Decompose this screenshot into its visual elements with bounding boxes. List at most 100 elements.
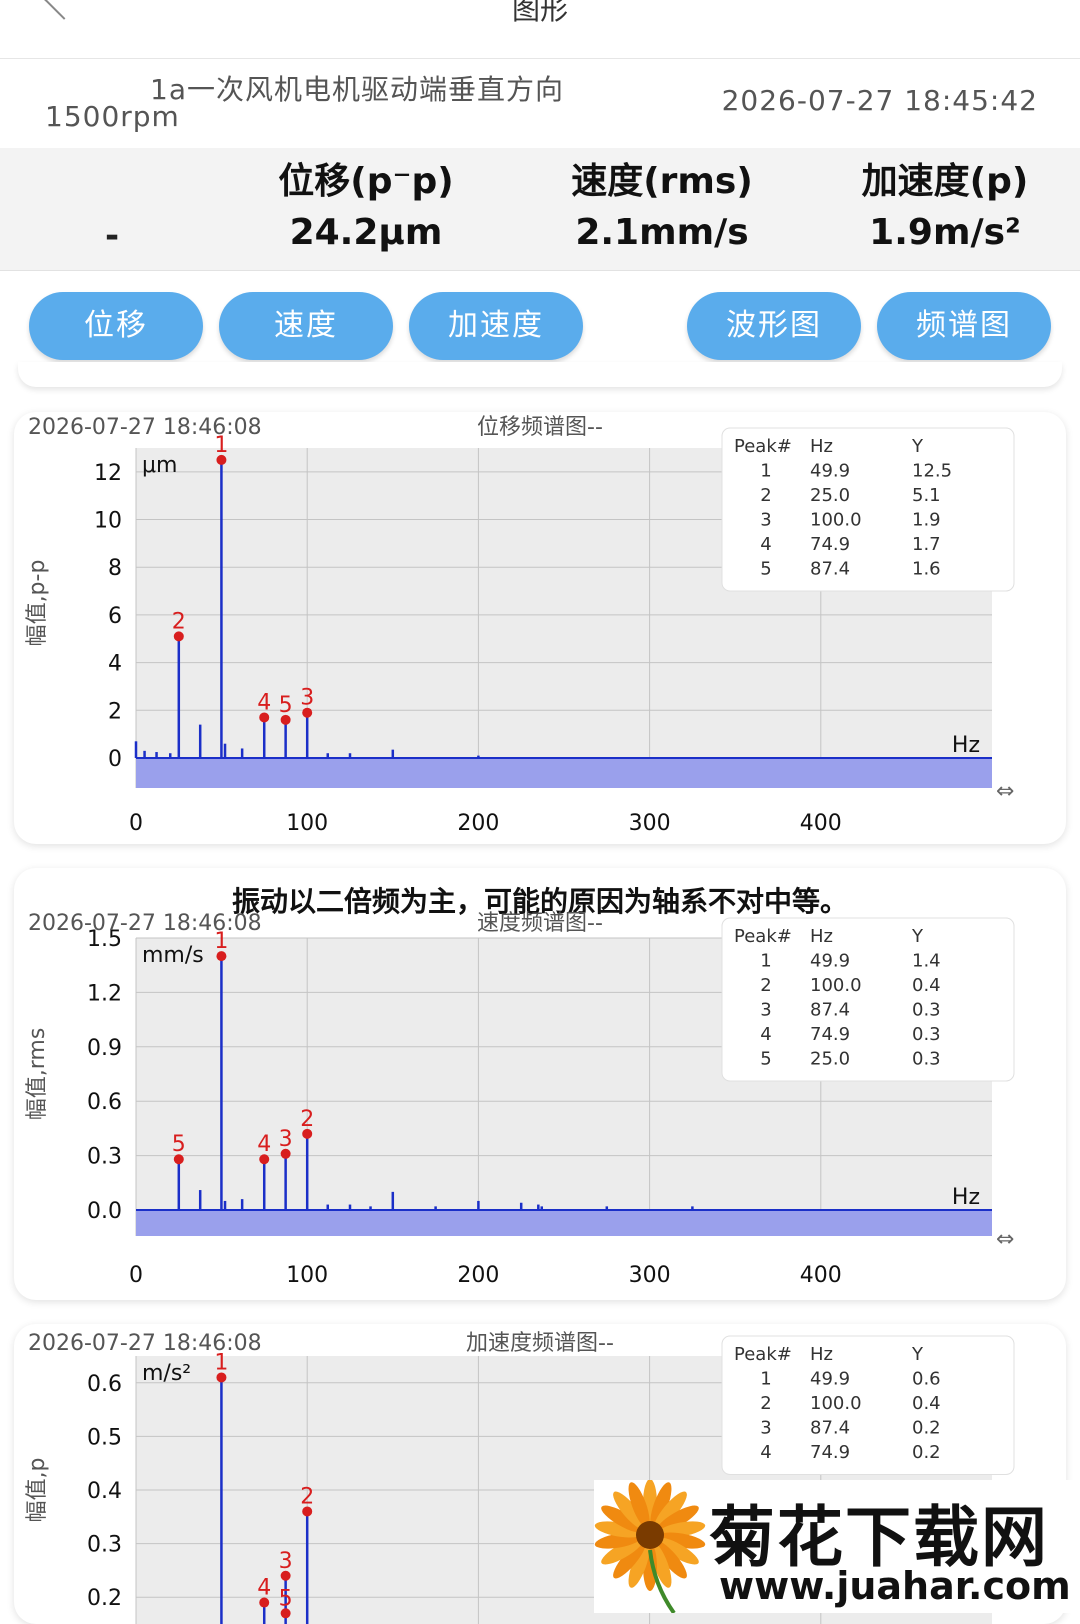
waveform-button[interactable]: 波形图 [687, 292, 861, 360]
peak-table-cell: 1 [760, 461, 771, 482]
y-axis-label: 幅值,rms [25, 1028, 50, 1121]
peak-table-cell: 49.9 [810, 951, 850, 972]
peak-table-cell: 1.6 [912, 559, 941, 580]
chart-title: 速度频谱图-- [477, 911, 603, 936]
x-tick-label: 300 [629, 1263, 671, 1288]
peak-label: 5 [279, 1586, 293, 1611]
peak-table-cell: 49.9 [810, 461, 850, 482]
peak-table-cell: 1 [760, 1369, 771, 1390]
peak-label: 2 [300, 1107, 314, 1132]
watermark: 菊花下载网 www.juahar.com [594, 1480, 1080, 1613]
peak-table-cell: 0.4 [912, 975, 941, 996]
top-bar: 图形 [0, 0, 1080, 59]
acceleration-button[interactable]: 加速度 [409, 292, 583, 360]
peak-label: 3 [279, 1127, 293, 1152]
metric-value-acceleration: 1.9m/s² [869, 212, 1021, 253]
metric-dash: - [105, 216, 120, 256]
y-tick-label: 4 [108, 652, 122, 677]
peak-table-cell: 49.9 [810, 1369, 850, 1390]
peak-label: 4 [257, 1576, 271, 1601]
y-axis-label: 幅值,p-p [25, 560, 50, 647]
peak-table-cell: 5 [760, 1049, 771, 1070]
y-tick-label: 0.2 [87, 1586, 122, 1611]
device-name: 1a一次风机电机驱动端垂直方向 [150, 73, 564, 106]
peak-table-header: Peak# [734, 926, 792, 947]
peak-table-header: Hz [810, 436, 833, 457]
y-axis-label: 幅值,p [25, 1458, 50, 1523]
x-tick-label: 300 [629, 811, 671, 836]
y-tick-label: 12 [94, 461, 122, 486]
peak-label: 5 [279, 693, 293, 718]
spectrum-button[interactable]: 频谱图 [877, 292, 1051, 360]
peak-table-cell: 4 [760, 534, 771, 555]
y-axis-unit: μm [142, 453, 177, 478]
y-tick-label: 0.5 [87, 1425, 122, 1450]
spectrum-fill-band [136, 1210, 992, 1236]
peak-table-cell: 1.7 [912, 534, 941, 555]
peak-table-cell: 100.0 [810, 975, 862, 996]
peak-table-cell: 4 [760, 1024, 771, 1045]
x-tick-label: 400 [800, 1263, 842, 1288]
y-tick-label: 0 [108, 747, 122, 772]
peak-table-cell: 0.2 [912, 1418, 941, 1439]
y-tick-label: 2 [108, 699, 122, 724]
peak-table-cell: 12.5 [912, 461, 952, 482]
drag-hand-icon: ⇔ [996, 1227, 1014, 1252]
peak-table-cell: 3 [760, 510, 771, 531]
peak-label: 3 [300, 686, 314, 711]
spectrum-chart: 0246810120 100 200 300 400Hz⇔1234 52026-07-27… [25, 415, 1015, 836]
metric-label-displacement: 位移(p⁻p) [278, 161, 454, 202]
metrics-panel: - 位移(p⁻p) 24.2μm 速度(rms) 2.1mm/s 加速度(p) … [0, 148, 1080, 271]
y-tick-label: 0.3 [87, 1533, 122, 1558]
x-axis-unit: Hz [952, 1185, 980, 1210]
peak-table-header: Peak# [734, 1344, 792, 1365]
peak-table-cell: 100.0 [810, 1393, 862, 1414]
x-tick-label: 100 [286, 811, 328, 836]
metric-value-displacement: 24.2μm [289, 212, 443, 253]
metric-label-acceleration: 加速度(p) [861, 161, 1029, 202]
velocity-button[interactable]: 速度 [219, 292, 393, 360]
peak-table-cell: 87.4 [810, 1000, 850, 1021]
peak-table-cell: 3 [760, 1418, 771, 1439]
peak-table-cell: 74.9 [810, 1442, 850, 1463]
y-tick-label: 0.4 [87, 1479, 122, 1504]
peak-table-cell: 100.0 [810, 510, 862, 531]
peak-table-header: Y [911, 1344, 924, 1365]
peak-table-cell: 0.3 [912, 1049, 941, 1070]
peak-table-cell: 74.9 [810, 1024, 850, 1045]
device-info: 1a一次风机电机驱动端垂直方向 1500rpm 2026-07-27 18:45… [0, 60, 1080, 146]
displacement-button[interactable]: 位移 [29, 292, 203, 360]
y-tick-label: 10 [94, 509, 122, 534]
spectrum-chart: 0.00.30.60.91.21.50 100 200 300 400Hz⇔123452… [25, 911, 1015, 1288]
y-tick-label: 6 [108, 604, 122, 629]
y-tick-label: 0.6 [87, 1090, 122, 1115]
y-tick-label: 0.3 [87, 1145, 122, 1170]
peak-table-cell: 74.9 [810, 534, 850, 555]
peak-table-cell: 2 [760, 485, 771, 506]
peak-table-header: Hz [810, 1344, 833, 1365]
chart-timestamp: 2026-07-27 18:46:08 [28, 1331, 262, 1356]
metric-label-velocity: 速度(rms) [571, 161, 753, 202]
x-tick-label: 400 [800, 811, 842, 836]
peak-table-cell: 87.4 [810, 559, 850, 580]
peak-table-cell: 25.0 [810, 485, 850, 506]
peak-table-cell: 0.4 [912, 1393, 941, 1414]
y-tick-label: 0.0 [87, 1199, 122, 1224]
peak-table-cell: 0.3 [912, 1024, 941, 1045]
peak-table-header: Hz [810, 926, 833, 947]
watermark-url: www.juahar.com [719, 1564, 1071, 1608]
previous-card-edge [18, 362, 1062, 387]
measure-time: 2026-07-27 18:45:42 [721, 84, 1038, 117]
peak-table-cell: 1.4 [912, 951, 941, 972]
chart-timestamp: 2026-07-27 18:46:08 [28, 911, 262, 936]
x-tick-label: 100 [286, 1263, 328, 1288]
y-tick-label: 8 [108, 556, 122, 581]
peak-table-cell: 0.2 [912, 1442, 941, 1463]
displacement-spectrum-card: 0 2 4 6 8 10 12 0 100 200 300 400 Hz ⇔ 1 2 3 4 5 2026-07-27… [14, 412, 1066, 844]
peak-table-cell: 87.4 [810, 1418, 850, 1439]
peak-table-cell: 25.0 [810, 1049, 850, 1070]
peak-table-header: Peak# [734, 436, 792, 457]
y-tick-label: 0.6 [87, 1372, 122, 1397]
x-tick-label: 200 [457, 811, 499, 836]
velocity-spectrum-card: 振动以二倍频为主，可能的原因为轴系不对中等。 0.0 0.3 0.6 0.9 1.2 1.… [14, 868, 1066, 1300]
